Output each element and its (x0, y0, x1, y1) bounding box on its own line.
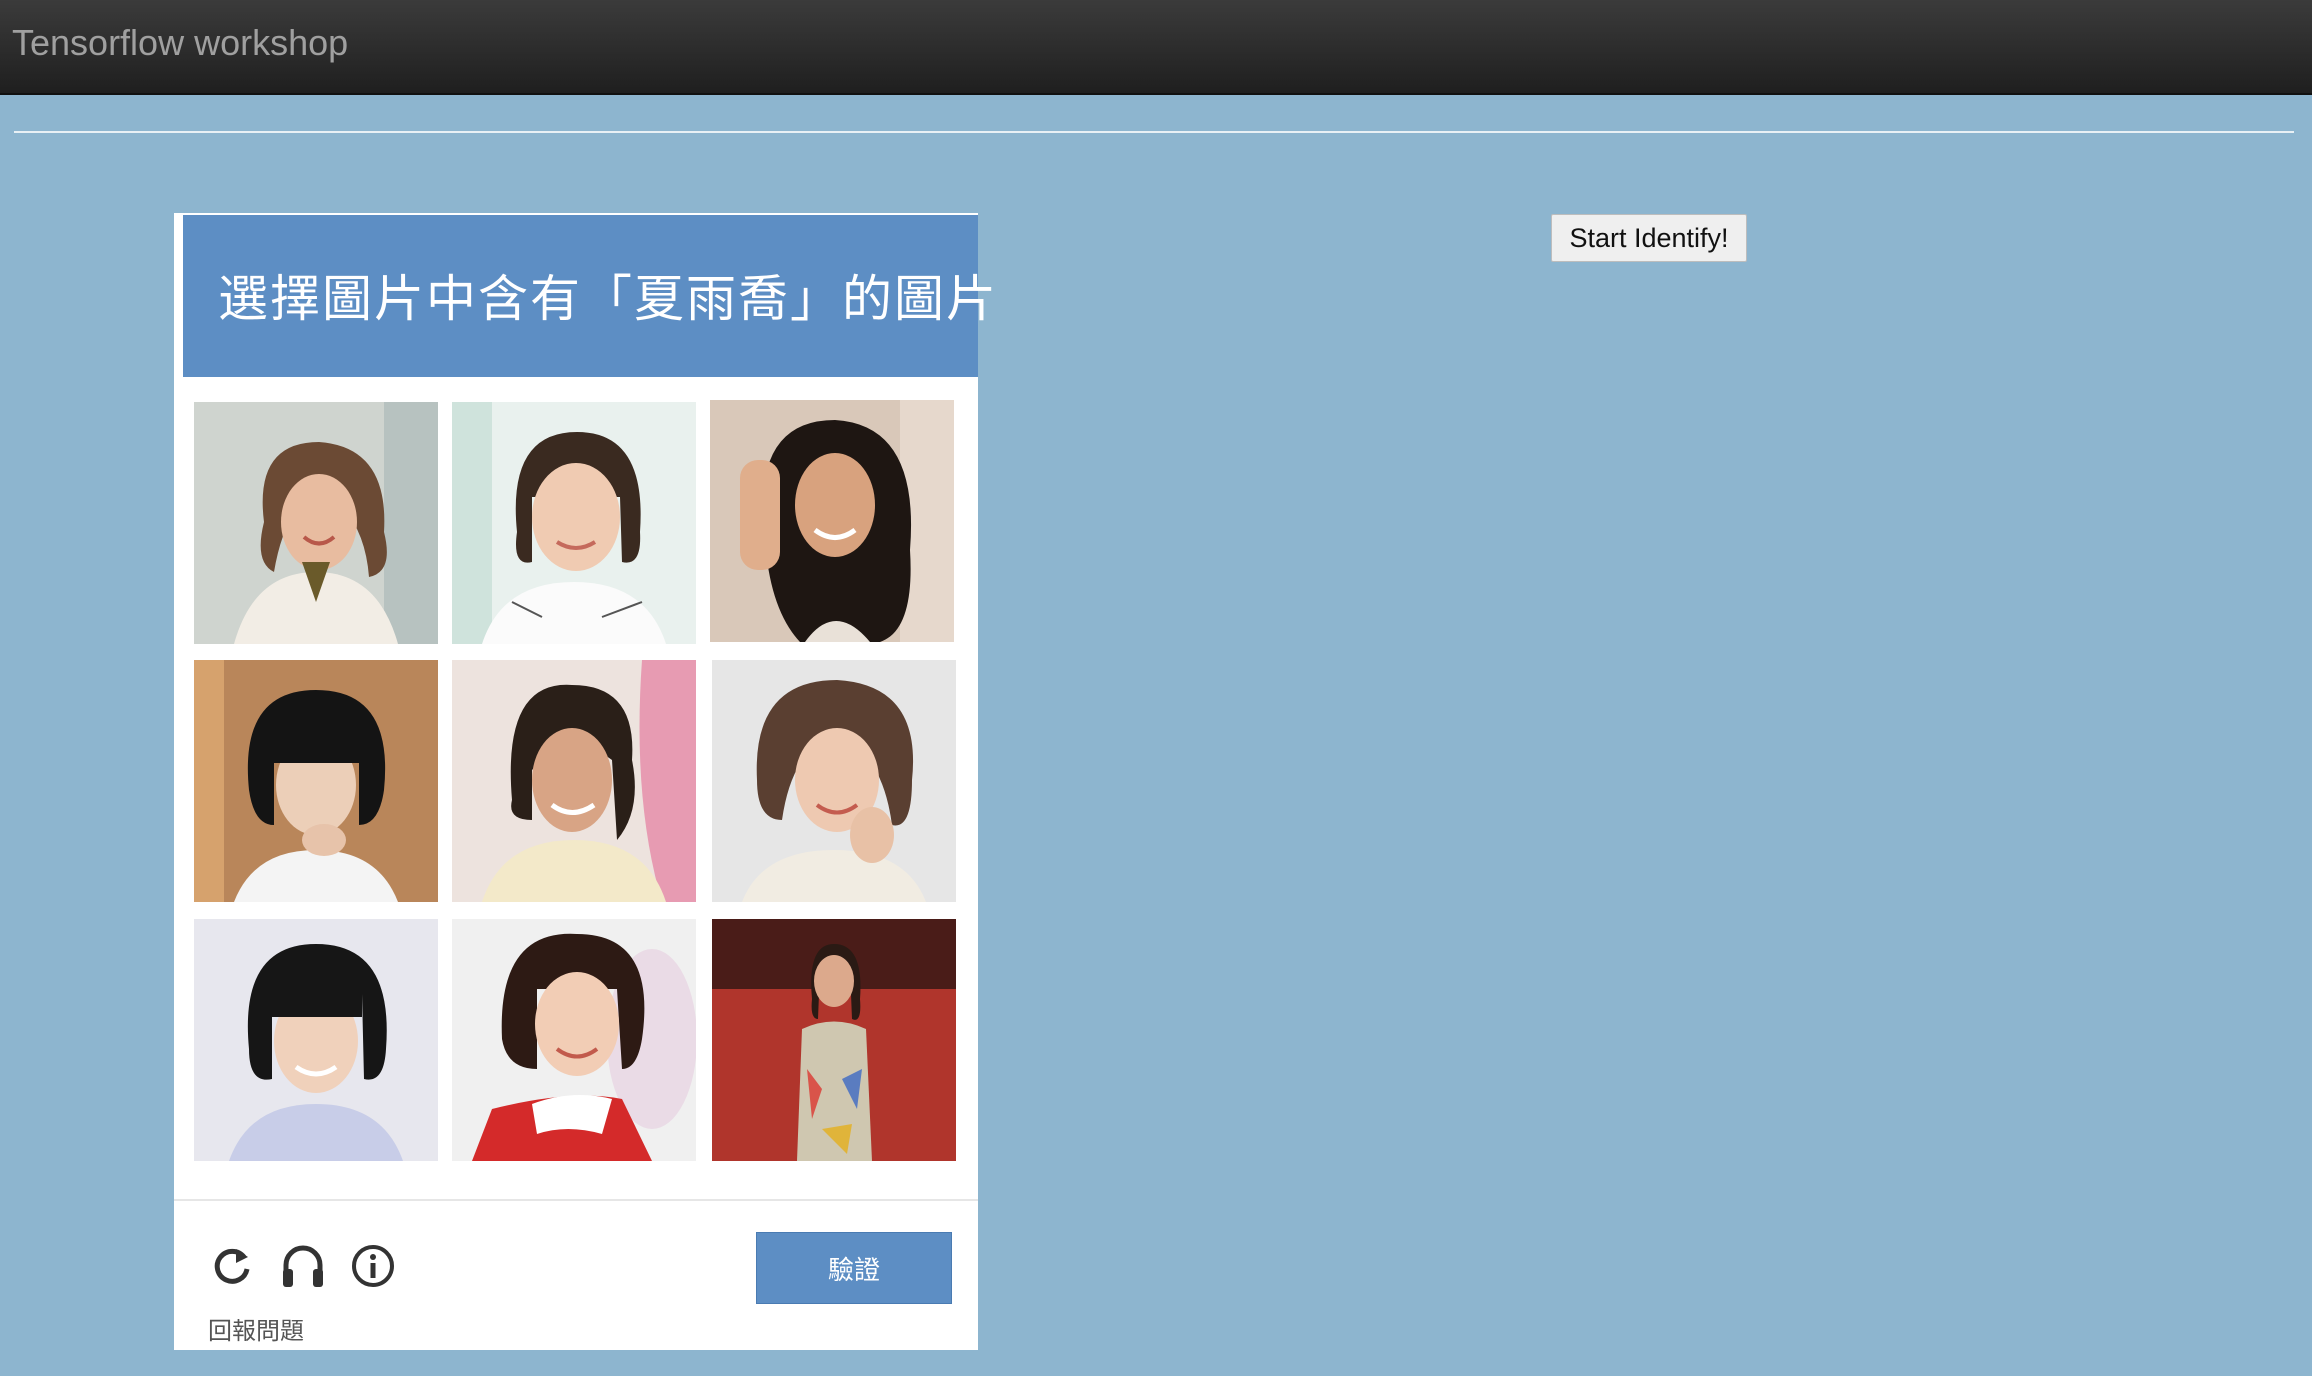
start-identify-button[interactable]: Start Identify! (1551, 214, 1747, 262)
reload-icon[interactable] (208, 1241, 258, 1291)
captcha-instruction: 選擇圖片中含有「夏雨喬」的圖片 (218, 270, 998, 328)
captcha-tile-6[interactable] (712, 660, 956, 902)
navbar: Tensorflow workshop (0, 0, 2312, 95)
captcha-tile-8[interactable] (452, 919, 696, 1161)
verify-button[interactable]: 驗證 (756, 1232, 952, 1304)
info-icon[interactable] (348, 1241, 398, 1291)
captcha-tile-5[interactable] (452, 660, 696, 902)
captcha-tile-4[interactable] (194, 660, 438, 902)
captcha-tile-9[interactable] (712, 919, 956, 1161)
captcha-tile-2[interactable] (452, 402, 696, 644)
captcha-header: 選擇圖片中含有「夏雨喬」的圖片 (183, 215, 996, 377)
captcha-widget: 選擇圖片中含有「夏雨喬」的圖片 驗證 回報問題 (174, 213, 996, 1350)
report-problem-link[interactable]: 回報問題 (208, 1311, 304, 1346)
captcha-tile-7[interactable] (194, 919, 438, 1161)
divider (14, 131, 2294, 133)
headphones-icon[interactable] (278, 1241, 328, 1291)
brand-title[interactable]: Tensorflow workshop (12, 22, 348, 64)
captcha-tile-1[interactable] (194, 402, 438, 644)
captcha-footer-divider (174, 1199, 978, 1201)
captcha-tile-3[interactable] (710, 400, 954, 642)
